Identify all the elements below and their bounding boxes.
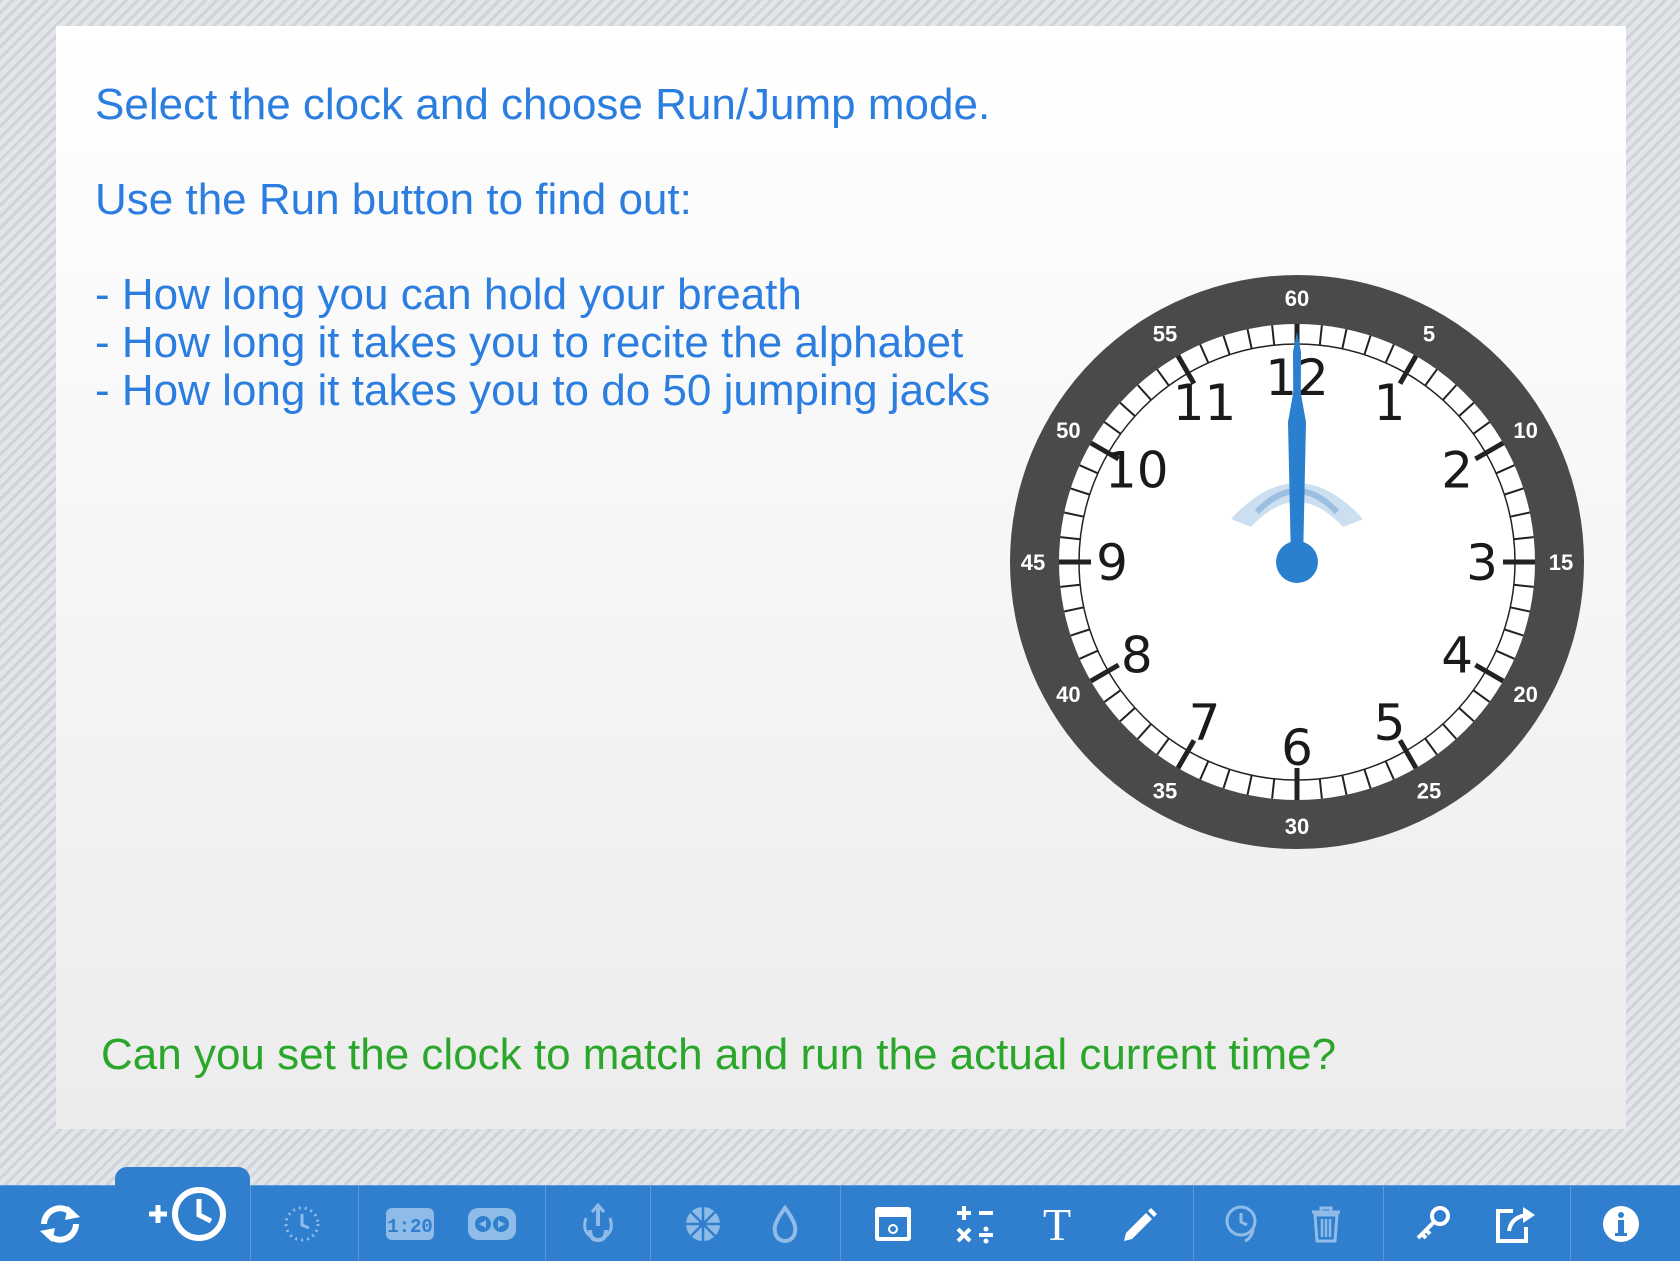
text-button[interactable]: T — [1017, 1186, 1097, 1261]
color-drop-button[interactable] — [745, 1186, 825, 1261]
minute-label: 55 — [1153, 321, 1177, 346]
minute-label: 45 — [1021, 550, 1045, 575]
minute-label: 50 — [1056, 418, 1080, 443]
minute-label: 40 — [1056, 682, 1080, 707]
minute-label: 5 — [1423, 321, 1435, 346]
refresh-button[interactable] — [20, 1186, 100, 1261]
hour-numeral: 4 — [1441, 627, 1473, 685]
calculator-button[interactable] — [935, 1186, 1015, 1261]
hour-numeral: 1 — [1374, 374, 1406, 432]
share-icon — [1496, 1206, 1535, 1243]
info-icon — [1603, 1205, 1639, 1242]
background-icon — [875, 1206, 911, 1241]
svg-text:T: T — [1043, 1202, 1071, 1246]
bottom-toolbar: 1:20 T — [0, 1185, 1680, 1261]
run-jump-button[interactable] — [452, 1186, 532, 1261]
svg-text:1:20: 1:20 — [387, 1216, 433, 1238]
challenge-question: Can you set the clock to match and run t… — [101, 1030, 1337, 1079]
clock-face-button[interactable] — [262, 1186, 342, 1261]
hour-numeral: 9 — [1096, 534, 1128, 592]
minute-hand[interactable] — [1293, 332, 1301, 562]
info-button[interactable] — [1581, 1186, 1661, 1261]
digital-time-icon: 1:20 — [386, 1207, 434, 1240]
analog-clock[interactable]: 60 5 10 15 20 25 30 35 40 45 50 55 12 1 … — [1005, 272, 1595, 862]
segment-button[interactable] — [663, 1186, 743, 1261]
color-drop-icon — [772, 1204, 798, 1243]
pen-icon — [1124, 1207, 1157, 1241]
minute-label: 35 — [1153, 779, 1177, 804]
share-button[interactable] — [1475, 1186, 1555, 1261]
minute-label: 10 — [1513, 418, 1537, 443]
text-icon: T — [1043, 1202, 1071, 1246]
clock-face-icon — [284, 1206, 320, 1241]
set-time-icon — [583, 1202, 613, 1242]
hour-numeral: 8 — [1121, 627, 1153, 685]
refresh-icon — [40, 1204, 80, 1243]
minute-label: 20 — [1513, 682, 1537, 707]
instruction-line-1: Select the clock and choose Run/Jump mod… — [95, 80, 991, 129]
hour-numeral: 7 — [1189, 694, 1221, 752]
bullet-jumping-jacks: - How long it takes you to do 50 jumping… — [95, 366, 991, 415]
digital-time-button[interactable]: 1:20 — [370, 1186, 450, 1261]
hour-numeral: 3 — [1466, 534, 1498, 592]
pen-button[interactable] — [1099, 1186, 1179, 1261]
calculator-icon — [956, 1205, 993, 1243]
key-icon — [1416, 1205, 1450, 1239]
bullet-hold-breath: - How long you can hold your breath — [95, 270, 802, 319]
minute-label: 60 — [1285, 286, 1309, 311]
add-clock-icon — [148, 1186, 226, 1241]
hour-numeral: 11 — [1173, 374, 1237, 432]
bullet-recite-alphabet: - How long it takes you to recite the al… — [95, 318, 964, 367]
set-time-button[interactable] — [558, 1186, 638, 1261]
key-button[interactable] — [1393, 1186, 1473, 1261]
add-clock-button[interactable] — [115, 1167, 250, 1260]
instruction-line-2: Use the Run button to find out: — [95, 175, 692, 224]
hour-numeral: 2 — [1441, 442, 1473, 500]
clock-history-button[interactable] — [1204, 1186, 1284, 1261]
hour-numeral: 6 — [1281, 719, 1313, 777]
minute-label: 30 — [1285, 814, 1309, 839]
minute-label: 15 — [1549, 550, 1573, 575]
clock-history-icon — [1225, 1205, 1257, 1242]
hour-numeral: 5 — [1374, 694, 1406, 752]
segment-icon — [686, 1206, 720, 1241]
run-jump-icon — [468, 1207, 516, 1240]
minute-label: 25 — [1417, 779, 1441, 804]
hour-numeral: 10 — [1105, 442, 1169, 500]
trash-button[interactable] — [1286, 1186, 1366, 1261]
trash-icon — [1312, 1206, 1340, 1242]
clock-center-pin — [1276, 541, 1318, 583]
background-button[interactable] — [853, 1186, 933, 1261]
